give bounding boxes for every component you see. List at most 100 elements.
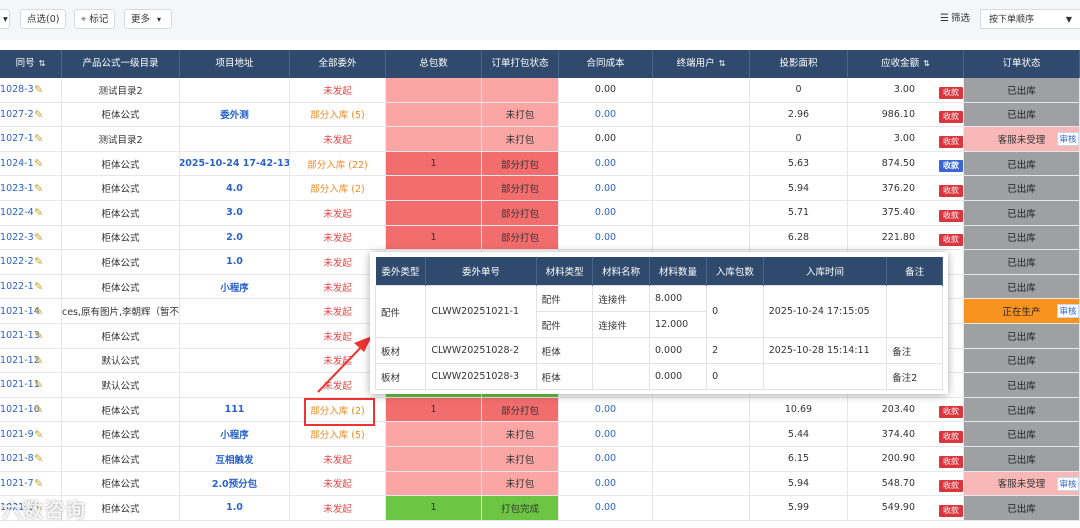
- review-button[interactable]: 审核: [1057, 476, 1079, 491]
- select-count-button[interactable]: 点选(0): [20, 9, 67, 29]
- collapse-button[interactable]: ▾: [0, 9, 10, 29]
- table-row[interactable]: 51021-6✎柜体公式1.0未发起1打包完成0.005.99549.90收款已…: [0, 496, 1080, 521]
- project-address-cell[interactable]: [180, 127, 290, 151]
- edit-pencil-icon[interactable]: ✎: [34, 231, 43, 244]
- order-number-cell[interactable]: 51022-4✎: [0, 201, 62, 225]
- order-number-cell[interactable]: 51027-2✎: [0, 102, 62, 127]
- project-address-cell[interactable]: 委外测: [180, 102, 290, 127]
- table-row[interactable]: 51028-3✎ 测试目录2 未发起 0.00 0 3.00 收款 已出库: [0, 78, 1080, 103]
- collect-payment-badge[interactable]: 收款: [939, 406, 963, 419]
- column-header[interactable]: 订单打包状态: [482, 50, 559, 78]
- column-header[interactable]: 全部委外: [290, 50, 386, 78]
- project-address-cell[interactable]: 小程序: [180, 274, 290, 299]
- edit-pencil-icon[interactable]: ✎: [34, 206, 43, 219]
- table-row[interactable]: 51027-1✎测试目录2未发起未打包0.0003.00收款客服未受理审核: [0, 127, 1080, 152]
- order-number-cell[interactable]: 51021-13✎: [0, 324, 62, 348]
- project-address-cell[interactable]: 1.0: [180, 496, 290, 520]
- table-row[interactable]: 51022-4✎ 柜体公式 3.0 未发起 部分打包 0.00 5.71 375.40 收款 已出…: [0, 201, 1080, 226]
- order-number-cell[interactable]: 51021-14✎: [0, 299, 62, 323]
- order-number-cell[interactable]: 51021-10✎: [0, 397, 62, 422]
- edit-pencil-icon[interactable]: ✎: [34, 108, 43, 121]
- order-number-cell[interactable]: 51027-1✎: [0, 127, 62, 151]
- edit-pencil-icon[interactable]: ✎: [34, 477, 43, 490]
- outsource-status-cell[interactable]: 部分入库 (5): [290, 102, 386, 127]
- order-number-cell[interactable]: 51028-3✎: [0, 78, 62, 102]
- filter-button[interactable]: ☰ 筛选: [940, 9, 970, 29]
- edit-pencil-icon[interactable]: ✎: [34, 354, 43, 367]
- review-button[interactable]: 审核: [1057, 132, 1079, 147]
- outsource-status-cell[interactable]: 部分入库 (22): [290, 151, 386, 176]
- project-address-cell[interactable]: [180, 299, 290, 323]
- column-header[interactable]: 同号 ⇅: [0, 50, 62, 78]
- table-row[interactable]: 51021-10✎柜体公式111部分入库 (2)1部分打包0.0010.6920…: [0, 397, 1080, 423]
- edit-pencil-icon[interactable]: ✎: [34, 329, 43, 342]
- table-row[interactable]: 51027-2✎ 柜体公式 委外测 部分入库 (5) 未打包 0.00 2.96 986.10…: [0, 102, 1080, 128]
- collect-payment-badge[interactable]: 收款: [939, 86, 963, 99]
- column-header[interactable]: 项目地址: [180, 50, 290, 78]
- mark-button[interactable]: ⌖ 标记: [74, 9, 116, 29]
- table-row[interactable]: 51023-1✎ 柜体公式 4.0 部分入库 (2) 部分打包 0.00 5.94 376.2…: [0, 176, 1080, 201]
- edit-pencil-icon[interactable]: ✎: [34, 452, 43, 465]
- outsource-status-cell[interactable]: 未发起: [290, 201, 386, 225]
- sort-icon[interactable]: ⇅: [39, 59, 46, 68]
- edit-pencil-icon[interactable]: ✎: [34, 83, 43, 96]
- column-header[interactable]: 总包数: [386, 50, 482, 78]
- project-address-cell[interactable]: 2.0预分包: [180, 471, 290, 496]
- column-header[interactable]: 应收金额 ⇅: [848, 50, 964, 78]
- edit-pencil-icon[interactable]: ✎: [34, 378, 43, 391]
- collect-payment-badge[interactable]: 收款: [939, 480, 963, 493]
- edit-pencil-icon[interactable]: ✎: [34, 280, 43, 293]
- outsource-status-cell[interactable]: 部分入库 (2): [290, 176, 386, 200]
- order-number-cell[interactable]: 51021-11✎: [0, 373, 62, 397]
- outsource-status-cell[interactable]: 未发起: [290, 471, 386, 496]
- collect-payment-badge[interactable]: 收款: [939, 209, 963, 222]
- sort-select[interactable]: 按下单顺序 ▼: [980, 9, 1080, 29]
- collect-payment-badge[interactable]: 收款: [939, 184, 963, 197]
- order-number-cell[interactable]: 51022-3✎: [0, 225, 62, 250]
- order-number-cell[interactable]: 51023-1✎: [0, 176, 62, 200]
- order-number-cell[interactable]: 51021-12✎: [0, 348, 62, 373]
- edit-pencil-icon[interactable]: ✎: [34, 403, 43, 416]
- collect-payment-badge[interactable]: 收款: [939, 234, 963, 247]
- outsource-status-cell[interactable]: 未发起: [290, 225, 386, 250]
- collect-payment-badge[interactable]: 收款: [939, 504, 963, 517]
- column-header[interactable]: 产品公式一级目录: [62, 50, 180, 78]
- edit-pencil-icon[interactable]: ✎: [34, 157, 43, 170]
- edit-pencil-icon[interactable]: ✎: [34, 255, 43, 268]
- table-row[interactable]: 51024-1✎ 柜体公式 2025-10-24 17-42-13 部分入库 (22)…: [0, 151, 1080, 177]
- outsource-status-cell[interactable]: 未发起: [290, 78, 386, 102]
- order-number-cell[interactable]: 51022-1✎: [0, 274, 62, 299]
- column-header[interactable]: 投影面积: [750, 50, 848, 78]
- project-address-cell[interactable]: [180, 348, 290, 373]
- project-address-cell[interactable]: 4.0: [180, 176, 290, 200]
- table-row[interactable]: 51021-7✎ 柜体公式 2.0预分包 未发起 未打包 0.00 5.94 548.70 收款…: [0, 471, 1080, 497]
- column-header[interactable]: 终端用户 ⇅: [653, 50, 750, 78]
- table-row[interactable]: 51021-9✎ 柜体公式 小程序 部分入库 (5) 未打包 0.00 5.44 374.40…: [0, 422, 1080, 447]
- column-header[interactable]: 合同成本: [559, 50, 653, 78]
- collect-payment-badge[interactable]: 收款: [939, 111, 963, 124]
- project-address-cell[interactable]: 小程序: [180, 422, 290, 446]
- project-address-cell[interactable]: [180, 78, 290, 102]
- project-address-cell[interactable]: 2025-10-24 17-42-13: [180, 151, 290, 176]
- order-number-cell[interactable]: 51021-8✎: [0, 447, 62, 471]
- table-row[interactable]: 51021-8✎ 柜体公式 互相触发 未发起 未打包 0.00 6.15 200.90 收款 已出…: [0, 447, 1080, 472]
- outsource-status-cell[interactable]: 未发起: [290, 447, 386, 471]
- project-address-cell[interactable]: 3.0: [180, 201, 290, 225]
- project-address-cell[interactable]: [180, 324, 290, 348]
- order-number-cell[interactable]: 51022-2✎: [0, 250, 62, 274]
- edit-pencil-icon[interactable]: ✎: [34, 305, 43, 318]
- order-number-cell[interactable]: 51024-1✎: [0, 151, 62, 176]
- order-number-cell[interactable]: 51021-9✎: [0, 422, 62, 446]
- sort-icon[interactable]: ⇅: [923, 59, 930, 68]
- project-address-cell[interactable]: 1.0: [180, 250, 290, 274]
- order-number-cell[interactable]: 51021-7✎: [0, 471, 62, 496]
- review-button[interactable]: 审核: [1057, 304, 1079, 319]
- table-row[interactable]: 51022-3✎ 柜体公式 2.0 未发起 1 部分打包 0.00 6.28 221.80 收款 已…: [0, 225, 1080, 251]
- collect-payment-badge[interactable]: 收款: [939, 160, 963, 173]
- sort-icon[interactable]: ⇅: [719, 59, 726, 68]
- column-header[interactable]: 订单状态: [964, 50, 1080, 78]
- project-address-cell[interactable]: 2.0: [180, 225, 290, 250]
- project-address-cell[interactable]: 111: [180, 397, 290, 422]
- outsource-status-cell[interactable]: 未发起: [290, 127, 386, 151]
- collect-payment-badge[interactable]: 收款: [939, 430, 963, 443]
